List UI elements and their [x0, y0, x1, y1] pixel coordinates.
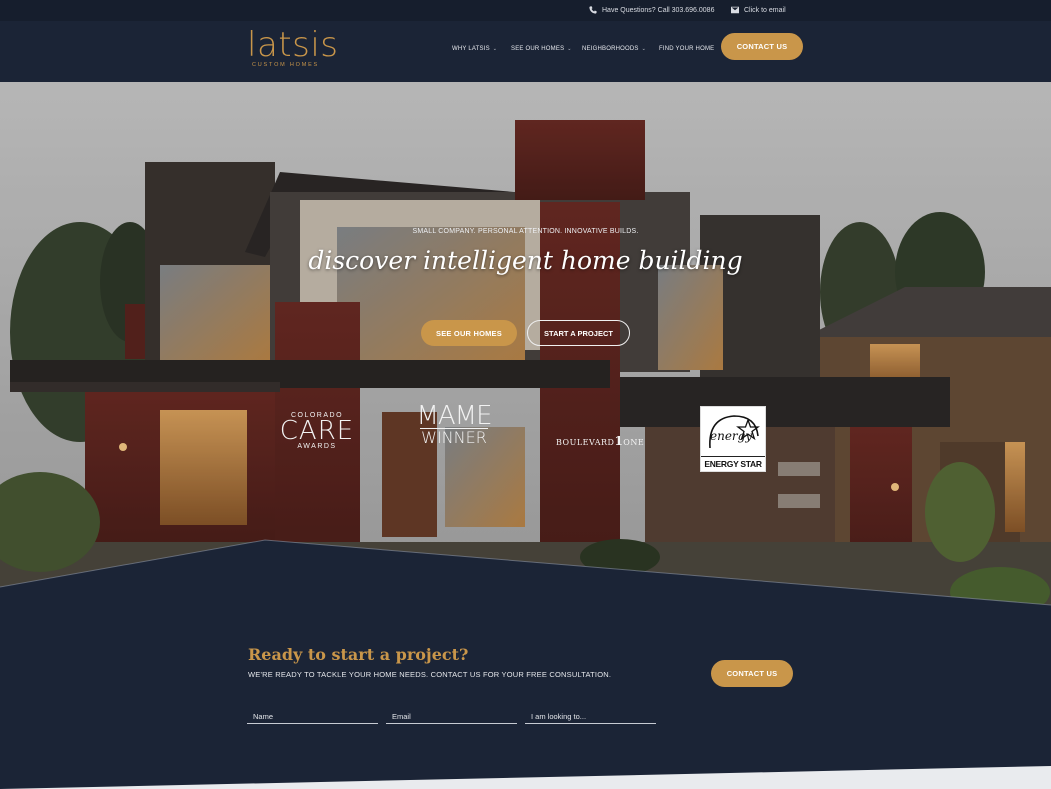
email-input[interactable] [386, 708, 517, 725]
hero-section: SMALL COMPANY. PERSONAL ATTENTION. INNOV… [0, 82, 1051, 622]
mame-winner-logo: MAME WINNER [414, 401, 494, 447]
bottom-divider [0, 766, 1051, 789]
page: Have Questions? Call 303.696.0086 Click … [0, 0, 1051, 789]
colorado-care-awards-logo: COLORADO CARE AWARDS [275, 412, 359, 450]
hero-house-image [0, 82, 1051, 622]
nav-see-our-homes[interactable]: SEE OUR HOMES ⌄ [511, 46, 572, 52]
looking-to-input[interactable] [525, 708, 656, 725]
blvd-right-text: ONE [623, 438, 645, 447]
energy-star-icon: energy [709, 415, 760, 449]
blvd-left-text: BOULEVARD [556, 438, 615, 447]
energy-star-logo: energy ENERGY STAR [700, 406, 766, 472]
nav-label: FIND YOUR HOME [659, 46, 715, 52]
cta-subtitle: WE'RE READY TO TACKLE YOUR HOME NEEDS. C… [248, 670, 612, 679]
mame-sub-text: WINNER [420, 428, 488, 447]
chevron-down-icon: ⌄ [567, 46, 572, 52]
see-our-homes-button[interactable]: SEE OUR HOMES [421, 320, 517, 346]
cta-contact-button[interactable]: CONTACT US [711, 660, 793, 687]
nav-label: WHY LATSIS [452, 46, 490, 52]
site-logo[interactable]: latsis CUSTOM HOMES [247, 25, 347, 73]
top-utility-bar: Have Questions? Call 303.696.0086 Click … [0, 0, 1051, 21]
phone-text: Have Questions? Call 303.696.0086 [602, 6, 715, 14]
nav-why-latsis[interactable]: WHY LATSIS ⌄ [452, 46, 497, 52]
mame-main-text: MAME [416, 401, 492, 431]
email-field[interactable] [386, 706, 517, 725]
energy-script-text: energy [710, 429, 752, 443]
name-field[interactable] [247, 706, 378, 725]
email-link[interactable]: Click to email [731, 6, 786, 14]
nav-find-your-home[interactable]: FIND YOUR HOME [659, 46, 714, 52]
nav-neighborhoods[interactable]: NEIGHBORHOODS ⌄ [582, 46, 646, 52]
boulevard-one-logo: BOULEVARD1ONE [556, 434, 644, 448]
cta-title: Ready to start a project? [248, 645, 469, 664]
nav-label: NEIGHBORHOODS [582, 46, 639, 52]
site-header: latsis CUSTOM HOMES WHY LATSIS ⌄ SEE OUR … [0, 21, 1051, 82]
chevron-down-icon: ⌄ [641, 46, 646, 52]
name-input[interactable] [247, 708, 378, 725]
looking-to-field[interactable] [525, 706, 656, 725]
care-main-text: CARE [279, 416, 355, 446]
phone-icon [589, 6, 597, 14]
email-text: Click to email [744, 6, 786, 14]
blvd-number: 1 [614, 434, 624, 448]
start-a-project-button[interactable]: START A PROJECT [527, 320, 630, 346]
phone-link[interactable]: Have Questions? Call 303.696.0086 [589, 6, 714, 14]
chevron-down-icon: ⌄ [492, 46, 498, 52]
hero-kicker: SMALL COMPANY. PERSONAL ATTENTION. INNOV… [412, 228, 639, 235]
energy-star-label: ENERGY STAR [701, 456, 765, 471]
header-contact-button[interactable]: CONTACT US [721, 33, 803, 60]
envelope-icon [731, 6, 739, 14]
hero-headline: discover intelligent home building [308, 246, 743, 275]
logo-wordmark: latsis [247, 25, 339, 65]
nav-label: SEE OUR HOMES [511, 46, 565, 52]
